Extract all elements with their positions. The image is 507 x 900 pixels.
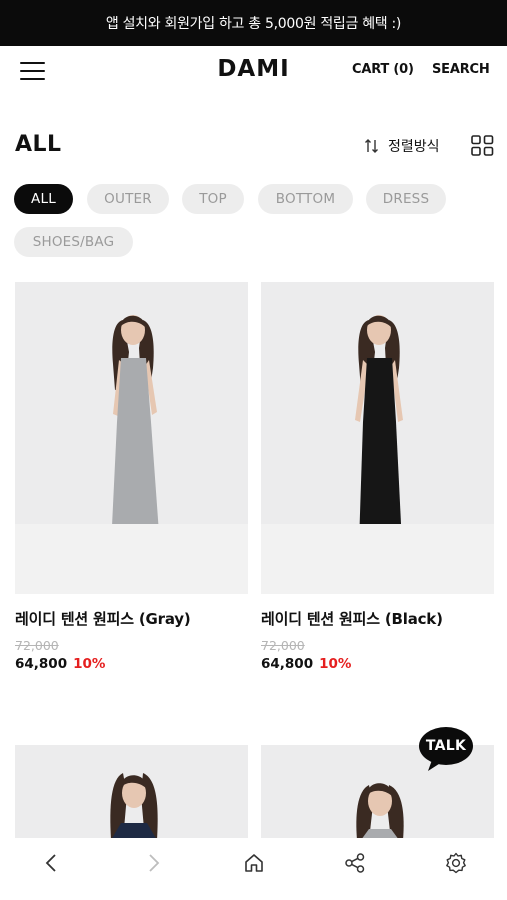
home-icon[interactable] xyxy=(242,851,266,875)
product-image[interactable] xyxy=(15,745,248,840)
hamburger-menu-icon[interactable] xyxy=(20,62,46,81)
product-image[interactable] xyxy=(261,282,494,594)
discount-rate: 10% xyxy=(319,656,352,672)
product-name[interactable]: 레이디 텐션 원피스 (Gray) xyxy=(15,608,191,629)
category-chip-shoes-bag[interactable]: SHOES/BAG xyxy=(14,227,133,257)
discount-rate: 10% xyxy=(73,656,106,672)
page-title: ALL xyxy=(15,132,62,157)
sort-label: 정렬방식 xyxy=(388,139,440,155)
talk-label: TALK xyxy=(425,738,467,754)
search-link[interactable]: SEARCH xyxy=(432,62,490,77)
product-image[interactable] xyxy=(15,282,248,594)
settings-icon[interactable] xyxy=(444,851,468,875)
bottom-nav-bar xyxy=(0,838,507,888)
category-chip-outer[interactable]: OUTER xyxy=(87,184,169,214)
original-price: 72,000 xyxy=(261,638,305,653)
promo-text: 앱 설치와 회원가입 하고 총 5,000원 적립금 혜택 :) xyxy=(105,16,402,32)
sale-price-row: 64,800 10% xyxy=(15,656,105,672)
back-icon[interactable] xyxy=(40,851,64,875)
sale-price: 64,800 xyxy=(15,656,68,672)
sort-icon xyxy=(365,139,378,153)
original-price: 72,000 xyxy=(15,638,59,653)
category-chip-bottom[interactable]: BOTTOM xyxy=(258,184,353,214)
product-name[interactable]: 레이디 텐션 원피스 (Black) xyxy=(261,608,443,629)
logo[interactable]: DAMI xyxy=(0,56,507,82)
promo-banner[interactable]: 앱 설치와 회원가입 하고 총 5,000원 적립금 혜택 :) xyxy=(0,0,507,46)
sale-price-row: 64,800 10% xyxy=(261,656,351,672)
grid-view-icon[interactable] xyxy=(471,135,494,156)
sort-button[interactable]: 정렬방식 xyxy=(364,136,440,156)
talk-chat-button[interactable]: TALK xyxy=(418,726,474,772)
share-icon[interactable] xyxy=(343,851,367,875)
sale-price: 64,800 xyxy=(261,656,314,672)
cart-link[interactable]: CART (0) xyxy=(352,62,414,77)
model-figure-partial xyxy=(110,773,158,840)
category-chip-all[interactable]: ALL xyxy=(14,184,73,214)
forward-icon[interactable] xyxy=(141,851,165,875)
header: DAMI CART (0) SEARCH xyxy=(0,46,507,96)
category-chip-top[interactable]: TOP xyxy=(182,184,244,214)
category-chip-dress[interactable]: DRESS xyxy=(366,184,446,214)
